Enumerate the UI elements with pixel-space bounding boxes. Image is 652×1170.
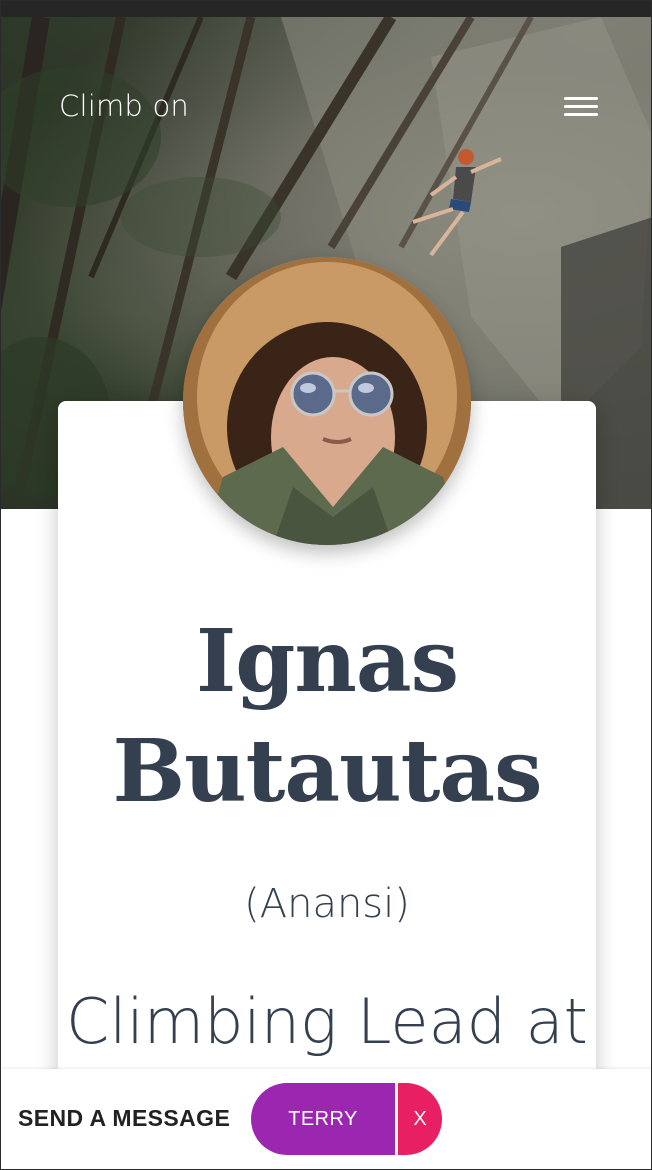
profile-avatar <box>183 257 471 545</box>
app-frame: Climb on Ignas Butautas (Anansi) Climbin… <box>0 0 652 1170</box>
send-message-bar: SEND A MESSAGE TERRY X <box>1 1069 651 1169</box>
menu-bar-bottom <box>564 113 598 116</box>
profile-role: Climbing Lead at <box>66 985 588 1058</box>
brand-title[interactable]: Climb on <box>59 89 189 123</box>
hamburger-menu-icon[interactable] <box>564 95 598 119</box>
profile-name: Ignas Butautas <box>112 611 542 822</box>
menu-bar-top <box>564 97 598 100</box>
status-bar <box>1 1 651 17</box>
recipient-chip-button[interactable]: TERRY <box>251 1083 395 1155</box>
remove-recipient-button[interactable]: X <box>398 1083 442 1155</box>
send-message-label: SEND A MESSAGE <box>18 1105 231 1131</box>
avatar-portrait-illustration <box>183 257 471 545</box>
menu-bar-middle <box>564 105 598 108</box>
profile-nickname: (Anansi) <box>244 881 410 927</box>
